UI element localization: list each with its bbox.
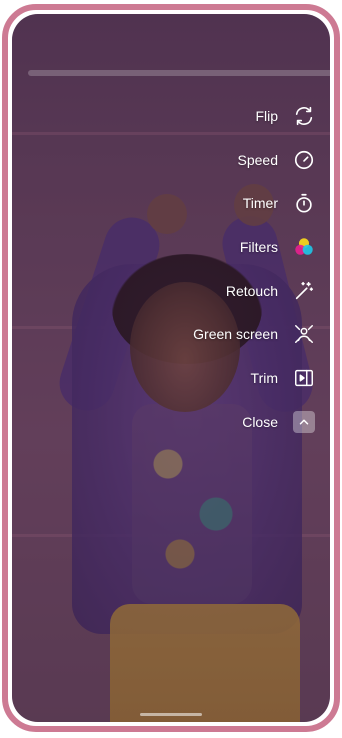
retouch-button[interactable]: Retouch (226, 275, 316, 307)
menu-item-label: Filters (239, 239, 278, 255)
menu-item-label: Speed (237, 152, 278, 168)
trim-icon (292, 366, 316, 390)
recording-progress-bar (28, 70, 330, 76)
flip-button[interactable]: Flip (255, 100, 316, 132)
speed-button[interactable]: Speed (238, 144, 316, 176)
menu-item-label: Timer (242, 195, 278, 211)
menu-item-label: Trim (250, 370, 278, 386)
phone-frame: Flip Speed Timer Filters Retouch Green s… (2, 4, 340, 732)
flip-camera-icon (292, 104, 316, 128)
magic-wand-icon (292, 279, 316, 303)
menu-item-label: Flip (255, 108, 278, 124)
menu-item-label: Green screen (193, 326, 278, 342)
filters-button[interactable]: Filters (240, 231, 316, 263)
green-screen-icon (292, 322, 316, 346)
timer-button[interactable]: Timer (243, 187, 316, 219)
home-indicator (140, 713, 202, 716)
camera-screen: Flip Speed Timer Filters Retouch Green s… (12, 14, 330, 722)
speedometer-icon (292, 148, 316, 172)
trim-button[interactable]: Trim (251, 362, 316, 394)
stopwatch-icon (292, 191, 316, 215)
green-screen-button[interactable]: Green screen (193, 318, 316, 350)
color-circles-icon (292, 235, 316, 259)
menu-item-label: Close (242, 414, 278, 430)
close-button[interactable]: Close (242, 406, 316, 438)
chevron-up-icon (292, 410, 316, 434)
menu-item-label: Retouch (225, 283, 278, 299)
close-icon-box (293, 411, 315, 433)
